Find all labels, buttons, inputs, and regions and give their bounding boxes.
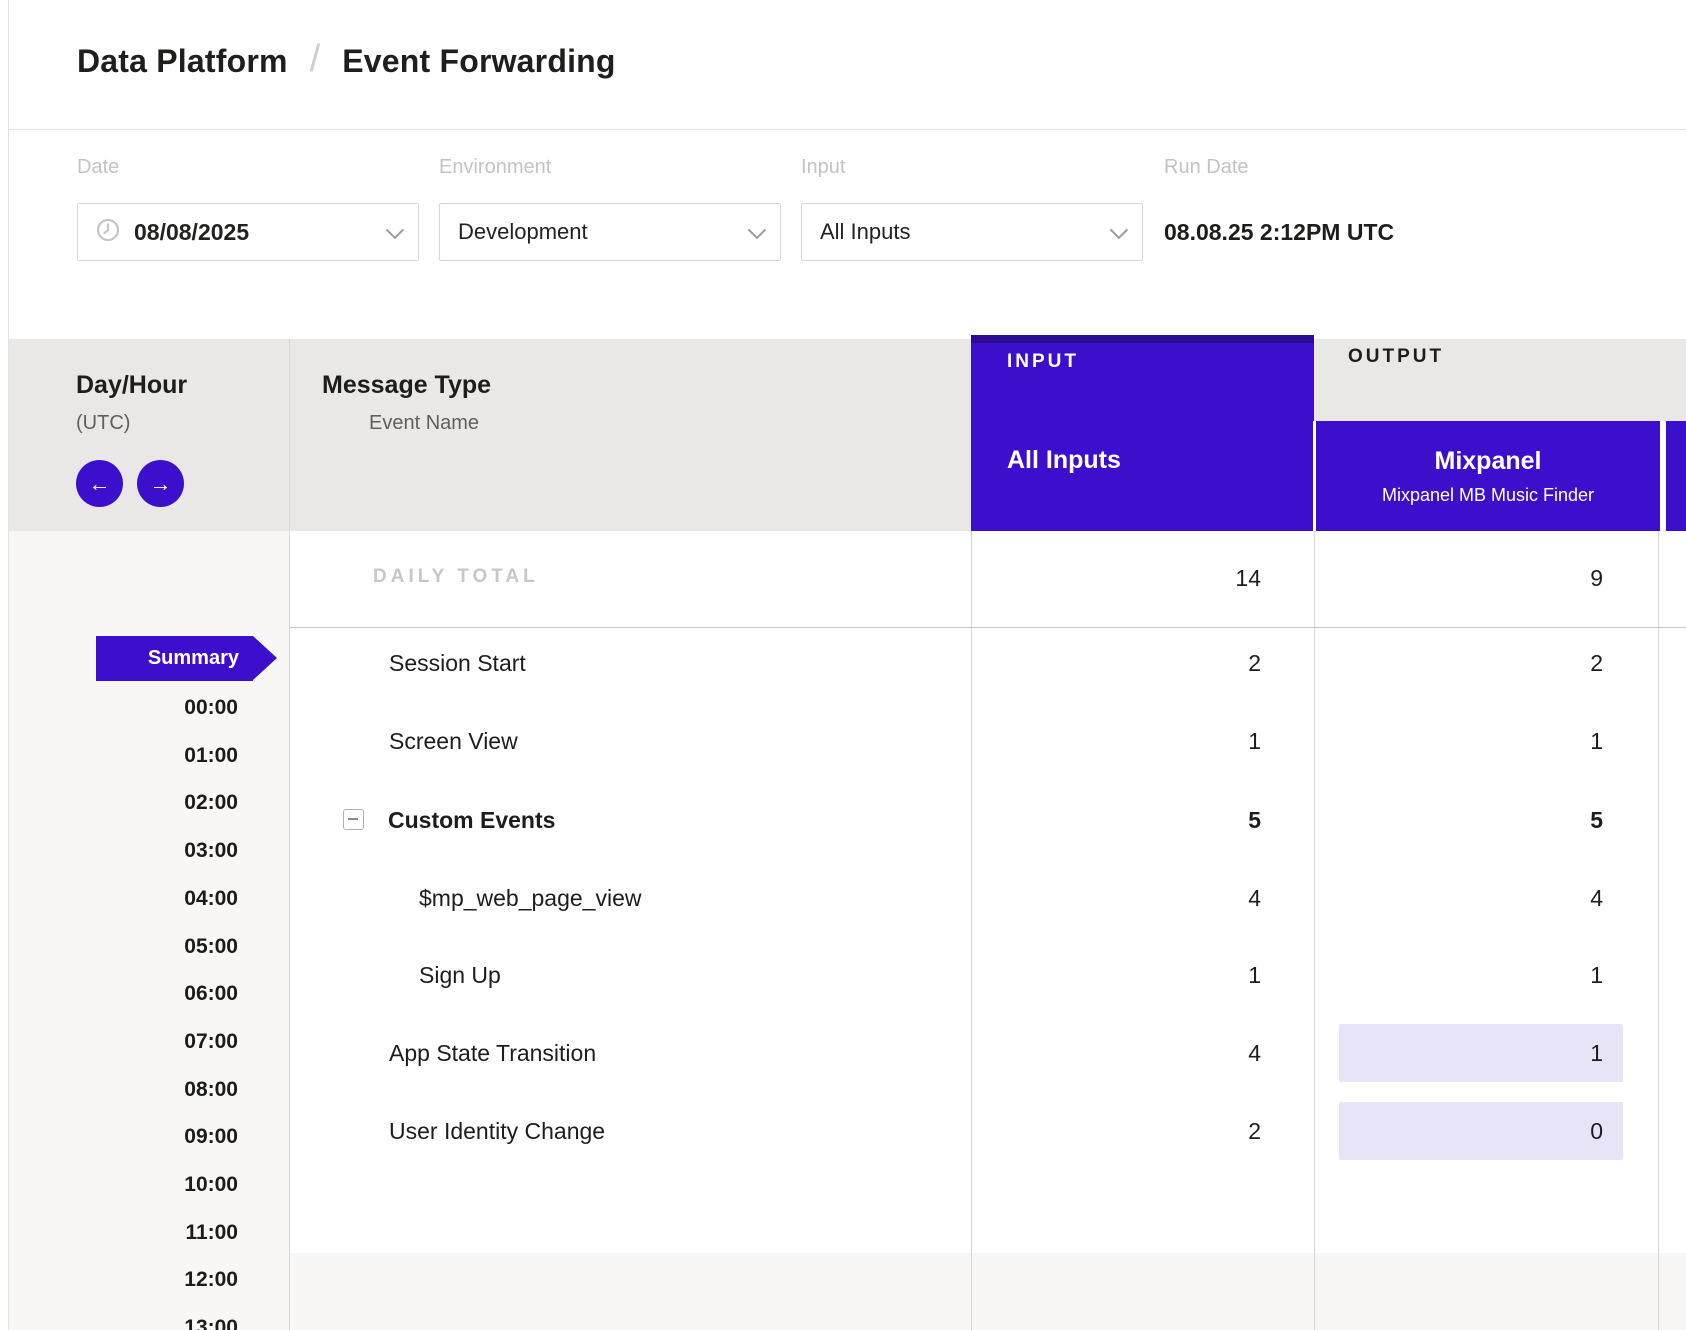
- date-select[interactable]: 08/08/2025: [77, 203, 419, 261]
- message-type-header: Message Type: [322, 371, 491, 400]
- event-forwarding-page: Data Platform / Event Forwarding Date En…: [8, 0, 1686, 1330]
- day-hour-utc-label: (UTC): [76, 412, 130, 435]
- output-column-header-partial: [1663, 421, 1686, 531]
- output-count-value: 0: [1343, 1105, 1603, 1157]
- hour-row-label[interactable]: 10:00: [9, 1170, 238, 1200]
- event-row-label: Sign Up: [419, 949, 501, 1001]
- output-count-value: 2: [1343, 637, 1603, 689]
- hour-row-label[interactable]: 00:00: [9, 693, 238, 723]
- daily-total-label: DAILY TOTAL: [373, 566, 539, 588]
- input-column-name: All Inputs: [1007, 446, 1121, 475]
- hour-row-label[interactable]: 13:00: [9, 1313, 238, 1330]
- hour-row-label[interactable]: 08:00: [9, 1075, 238, 1105]
- hour-row-label[interactable]: 03:00: [9, 836, 238, 866]
- breadcrumb: Data Platform / Event Forwarding: [77, 40, 616, 83]
- next-day-button[interactable]: →: [137, 460, 184, 507]
- column-divider: [1658, 531, 1659, 1330]
- summary-row-badge[interactable]: Summary: [96, 636, 253, 681]
- input-value: All Inputs: [820, 219, 911, 245]
- hour-row-label[interactable]: 06:00: [9, 979, 238, 1009]
- hour-row-label[interactable]: 01:00: [9, 741, 238, 771]
- input-count-value: 2: [1001, 637, 1261, 689]
- output-count-value: 5: [1343, 794, 1603, 846]
- input-count-value: 5: [1001, 794, 1261, 846]
- hour-row-label[interactable]: 05:00: [9, 932, 238, 962]
- breadcrumb-separator: /: [310, 38, 321, 81]
- output-count-value: 1: [1343, 1027, 1603, 1079]
- collapse-row-button[interactable]: [343, 809, 364, 830]
- input-filter-label: Input: [801, 156, 845, 179]
- event-row-label: Session Start: [389, 637, 526, 689]
- input-count-value: 2: [1001, 1105, 1261, 1157]
- table-footer-band: [289, 1253, 1686, 1330]
- output-column-subtitle: Mixpanel MB Music Finder: [1382, 485, 1594, 506]
- date-value: 08/08/2025: [134, 219, 249, 246]
- date-filter-label: Date: [77, 156, 119, 179]
- chevron-down-icon: [1110, 221, 1128, 239]
- chevron-down-icon: [748, 221, 766, 239]
- day-pager: ← →: [76, 460, 184, 507]
- daily-total-divider: [289, 627, 1686, 628]
- event-row-label: Screen View: [389, 715, 518, 767]
- event-name-label: Event Name: [369, 412, 479, 435]
- hour-row-label[interactable]: 07:00: [9, 1027, 238, 1057]
- hour-row-label[interactable]: 04:00: [9, 884, 238, 914]
- event-row-label: App State Transition: [389, 1027, 596, 1079]
- breadcrumb-section[interactable]: Data Platform: [77, 43, 288, 80]
- run-date-label: Run Date: [1164, 156, 1249, 179]
- run-date-value: 08.08.25 2:12PM UTC: [1164, 203, 1394, 261]
- event-row-label: Custom Events: [388, 794, 555, 846]
- arrow-right-icon: →: [150, 471, 172, 496]
- chevron-down-icon: [386, 221, 404, 239]
- clock-icon: [96, 218, 120, 247]
- output-count-value: 1: [1343, 949, 1603, 1001]
- input-select[interactable]: All Inputs: [801, 203, 1143, 261]
- input-group-label: INPUT: [1007, 351, 1079, 373]
- output-group-label: OUTPUT: [1348, 346, 1444, 368]
- top-bar: Data Platform / Event Forwarding: [9, 0, 1686, 130]
- daily-total-output-value: 9: [1343, 552, 1603, 604]
- environment-filter-label: Environment: [439, 156, 551, 179]
- column-divider: [1314, 531, 1315, 1330]
- arrow-left-icon: ←: [89, 471, 111, 496]
- column-divider: [289, 339, 290, 1330]
- daily-total-input-value: 14: [1001, 552, 1261, 604]
- hour-row-label[interactable]: 11:00: [9, 1218, 238, 1248]
- environment-select[interactable]: Development: [439, 203, 781, 261]
- input-count-value: 1: [1001, 949, 1261, 1001]
- environment-value: Development: [458, 219, 588, 245]
- input-column-header: INPUT All Inputs: [971, 335, 1314, 531]
- input-count-value: 4: [1001, 1027, 1261, 1079]
- page-title: Event Forwarding: [342, 43, 615, 80]
- day-hour-header: Day/Hour: [76, 371, 187, 400]
- previous-day-button[interactable]: ←: [76, 460, 123, 507]
- input-count-value: 4: [1001, 872, 1261, 924]
- hour-row-label[interactable]: 12:00: [9, 1265, 238, 1295]
- output-column-header-mixpanel: Mixpanel Mixpanel MB Music Finder: [1313, 421, 1663, 531]
- output-column-name: Mixpanel: [1435, 447, 1542, 476]
- output-count-value: 1: [1343, 715, 1603, 767]
- output-count-value: 4: [1343, 872, 1603, 924]
- hour-row-label[interactable]: 09:00: [9, 1122, 238, 1152]
- event-row-label: $mp_web_page_view: [419, 872, 642, 924]
- hour-row-label[interactable]: 02:00: [9, 788, 238, 818]
- event-row-label: User Identity Change: [389, 1105, 605, 1157]
- input-count-value: 1: [1001, 715, 1261, 767]
